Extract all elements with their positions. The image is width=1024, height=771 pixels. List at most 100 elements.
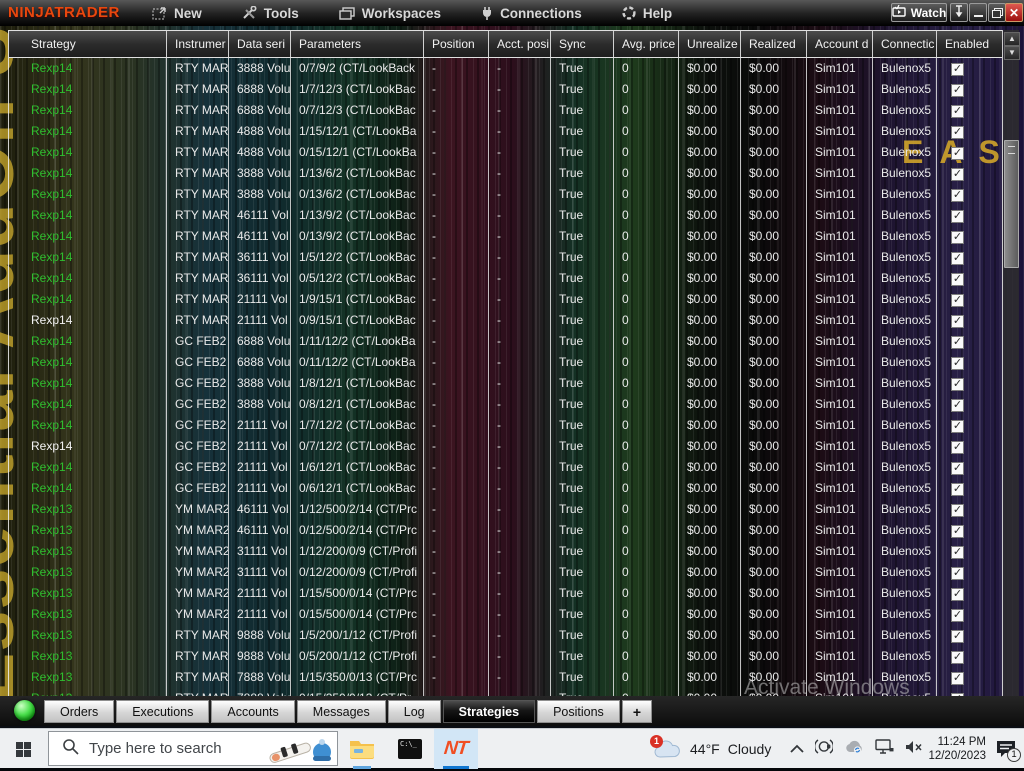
table-row[interactable]: Rexp14 RTY MAR 4888 Volu 0/15/12/1 (CT/Look… bbox=[9, 142, 1003, 163]
column-header-connection[interactable]: Connectic bbox=[873, 31, 937, 57]
tab-executions[interactable]: Executions bbox=[116, 700, 210, 723]
enabled-checkbox[interactable]: ✓ bbox=[951, 399, 964, 412]
enabled-checkbox[interactable]: ✓ bbox=[951, 210, 964, 223]
column-header-enabled[interactable]: Enabled bbox=[937, 31, 1002, 57]
taskbar-search-input[interactable]: Type here to search bbox=[48, 731, 338, 766]
column-header-acct-position[interactable]: Acct. posi bbox=[489, 31, 551, 57]
column-header-parameters[interactable]: Parameters bbox=[291, 31, 424, 57]
enabled-checkbox[interactable]: ✓ bbox=[951, 126, 964, 139]
table-row[interactable]: Rexp14 GC FEB2 6888 Volu 0/11/12/2 (CT/Look… bbox=[9, 352, 1003, 373]
enabled-checkbox[interactable]: ✓ bbox=[951, 588, 964, 601]
table-row[interactable]: Rexp14 RTY MAR 21111 Vol 0/9/15/1 (CT/LookB… bbox=[9, 310, 1003, 331]
table-row[interactable]: Rexp13 YM MAR2 46111 Vol 0/12/500/2/14 (CT/… bbox=[9, 520, 1003, 541]
enabled-checkbox[interactable]: ✓ bbox=[951, 252, 964, 265]
action-center-button[interactable]: 1 bbox=[990, 729, 1022, 769]
file-explorer-taskbar-icon[interactable] bbox=[340, 729, 384, 769]
watch-button[interactable]: Watch bbox=[891, 3, 947, 22]
enabled-checkbox[interactable]: ✓ bbox=[951, 231, 964, 244]
menu-tools[interactable]: Tools bbox=[242, 6, 299, 21]
table-row[interactable]: Rexp14 GC FEB2 6888 Volu 1/11/12/2 (CT/Look… bbox=[9, 331, 1003, 352]
table-row[interactable]: Rexp14 RTY MAR 46111 Vol 1/13/9/2 (CT/LookB… bbox=[9, 205, 1003, 226]
command-prompt-taskbar-icon[interactable]: C:\_ bbox=[388, 729, 432, 769]
taskbar-clock[interactable]: 11:24 PM 12/20/2023 bbox=[918, 729, 986, 769]
tab-positions[interactable]: Positions bbox=[537, 700, 620, 723]
table-row[interactable]: Rexp13 YM MAR2 21111 Vol 1/15/500/0/14 (CT/… bbox=[9, 583, 1003, 604]
enabled-checkbox[interactable]: ✓ bbox=[951, 462, 964, 475]
table-row[interactable]: Rexp14 GC FEB2 21111 Vol 1/7/12/2 (CT/LookB… bbox=[9, 415, 1003, 436]
enabled-checkbox[interactable]: ✓ bbox=[951, 672, 964, 685]
enabled-checkbox[interactable]: ✓ bbox=[951, 168, 964, 181]
menu-help[interactable]: Help bbox=[622, 6, 672, 21]
enabled-checkbox[interactable]: ✓ bbox=[951, 441, 964, 454]
enabled-checkbox[interactable]: ✓ bbox=[951, 525, 964, 538]
column-header-instrument[interactable]: Instrumer bbox=[167, 31, 229, 57]
tab-strategies[interactable]: Strategies bbox=[442, 700, 536, 723]
menu-connections[interactable]: Connections bbox=[481, 6, 582, 21]
start-button[interactable] bbox=[0, 729, 46, 769]
enabled-checkbox[interactable]: ✓ bbox=[951, 294, 964, 307]
enabled-checkbox[interactable]: ✓ bbox=[951, 273, 964, 286]
tab-accounts[interactable]: Accounts bbox=[211, 700, 295, 723]
menu-workspaces[interactable]: Workspaces bbox=[339, 6, 441, 21]
vertical-scrollbar[interactable]: ▲ ▼ bbox=[1002, 30, 1020, 696]
enabled-checkbox[interactable]: ✓ bbox=[951, 630, 964, 643]
enabled-checkbox[interactable]: ✓ bbox=[951, 84, 964, 97]
enabled-checkbox[interactable]: ✓ bbox=[951, 651, 964, 664]
enabled-checkbox[interactable]: ✓ bbox=[951, 567, 964, 580]
table-row[interactable]: Rexp13 YM MAR2 21111 Vol 0/15/500/0/14 (CT/… bbox=[9, 604, 1003, 625]
enabled-checkbox[interactable]: ✓ bbox=[951, 420, 964, 433]
table-row[interactable]: Rexp13 YM MAR2 31111 Vol 0/12/200/0/9 (CT/P… bbox=[9, 562, 1003, 583]
enabled-checkbox[interactable]: ✓ bbox=[951, 189, 964, 202]
table-row[interactable]: Rexp14 RTY MAR 36111 Vol 1/5/12/2 (CT/LookB… bbox=[9, 247, 1003, 268]
column-header-data-series[interactable]: Data seri bbox=[229, 31, 291, 57]
enabled-checkbox[interactable]: ✓ bbox=[951, 609, 964, 622]
table-row[interactable]: Rexp13 YM MAR2 46111 Vol 1/12/500/2/14 (CT/… bbox=[9, 499, 1003, 520]
scroll-down-icon[interactable]: ▼ bbox=[1004, 46, 1020, 60]
enabled-checkbox[interactable]: ✓ bbox=[951, 504, 964, 517]
scroll-up-icon[interactable]: ▲ bbox=[1004, 32, 1020, 46]
table-row[interactable]: Rexp14 RTY MAR 46111 Vol 0/13/9/2 (CT/LookB… bbox=[9, 226, 1003, 247]
table-row[interactable]: Rexp14 GC FEB2 3888 Volu 1/8/12/1 (CT/LookB… bbox=[9, 373, 1003, 394]
table-row[interactable]: Rexp14 GC FEB2 21111 Vol 0/7/12/2 (CT/LookB… bbox=[9, 436, 1003, 457]
column-header-position[interactable]: Position bbox=[424, 31, 489, 57]
column-header-strategy[interactable]: Strategy bbox=[9, 31, 167, 57]
table-row[interactable]: Rexp14 RTY MAR 36111 Vol 0/5/12/2 (CT/LookB… bbox=[9, 268, 1003, 289]
table-row[interactable]: Rexp14 RTY MAR 3888 Volu 1/13/6/2 (CT/LookB… bbox=[9, 163, 1003, 184]
ninjatrader-taskbar-icon[interactable]: NT bbox=[434, 729, 478, 769]
enabled-checkbox[interactable]: ✓ bbox=[951, 315, 964, 328]
tray-overflow-chevron-icon[interactable] bbox=[790, 740, 804, 758]
close-button[interactable]: ✕ bbox=[1005, 3, 1023, 22]
minimize-button[interactable] bbox=[969, 3, 987, 22]
table-row[interactable]: Rexp14 RTY MAR 3888 Volu 0/7/9/2 (CT/LookBa… bbox=[9, 58, 1003, 79]
menu-new[interactable]: New bbox=[152, 6, 202, 21]
enabled-checkbox[interactable]: ✓ bbox=[951, 378, 964, 391]
enabled-checkbox[interactable]: ✓ bbox=[951, 546, 964, 559]
enabled-checkbox[interactable]: ✓ bbox=[951, 63, 964, 76]
add-tab-button[interactable]: + bbox=[621, 700, 652, 723]
table-row[interactable]: Rexp13 RTY MAR 9888 Volu 1/5/200/1/12 (CT/P… bbox=[9, 625, 1003, 646]
table-row[interactable]: Rexp14 GC FEB2 21111 Vol 1/6/12/1 (CT/LookB… bbox=[9, 457, 1003, 478]
network-display-icon[interactable] bbox=[875, 739, 894, 759]
enabled-checkbox[interactable]: ✓ bbox=[951, 105, 964, 118]
table-row[interactable]: Rexp14 RTY MAR 6888 Volu 0/7/12/3 (CT/LookB… bbox=[9, 100, 1003, 121]
table-row[interactable]: Rexp14 RTY MAR 4888 Volu 1/15/12/1 (CT/Look… bbox=[9, 121, 1003, 142]
tab-messages[interactable]: Messages bbox=[296, 700, 386, 723]
enabled-checkbox[interactable]: ✓ bbox=[951, 483, 964, 496]
table-row[interactable]: Rexp14 GC FEB2 21111 Vol 0/6/12/1 (CT/LookB… bbox=[9, 478, 1003, 499]
table-row[interactable]: Rexp14 RTY MAR 6888 Volu 1/7/12/3 (CT/LookB… bbox=[9, 79, 1003, 100]
table-row[interactable]: Rexp13 RTY MAR 9888 Volu 0/5/200/1/12 (CT/P… bbox=[9, 646, 1003, 667]
tab-log[interactable]: Log bbox=[387, 700, 441, 723]
meet-now-icon[interactable] bbox=[814, 739, 834, 759]
tab-orders[interactable]: Orders bbox=[44, 700, 115, 723]
column-header-realized[interactable]: Realized bbox=[741, 31, 807, 57]
onedrive-icon[interactable] bbox=[844, 739, 864, 759]
column-header-account[interactable]: Account d bbox=[807, 31, 873, 57]
enabled-checkbox[interactable]: ✓ bbox=[951, 147, 964, 160]
pin-window-button[interactable] bbox=[950, 3, 968, 22]
table-row[interactable]: Rexp14 RTY MAR 3888 Volu 0/13/6/2 (CT/LookB… bbox=[9, 184, 1003, 205]
enabled-checkbox[interactable]: ✓ bbox=[951, 336, 964, 349]
column-header-sync[interactable]: Sync bbox=[551, 31, 614, 57]
scrollbar-thumb[interactable] bbox=[1004, 140, 1019, 268]
taskbar-weather-widget[interactable]: 1 44°F Cloudy bbox=[650, 729, 771, 769]
table-row[interactable]: Rexp13 YM MAR2 31111 Vol 1/12/200/0/9 (CT/P… bbox=[9, 541, 1003, 562]
